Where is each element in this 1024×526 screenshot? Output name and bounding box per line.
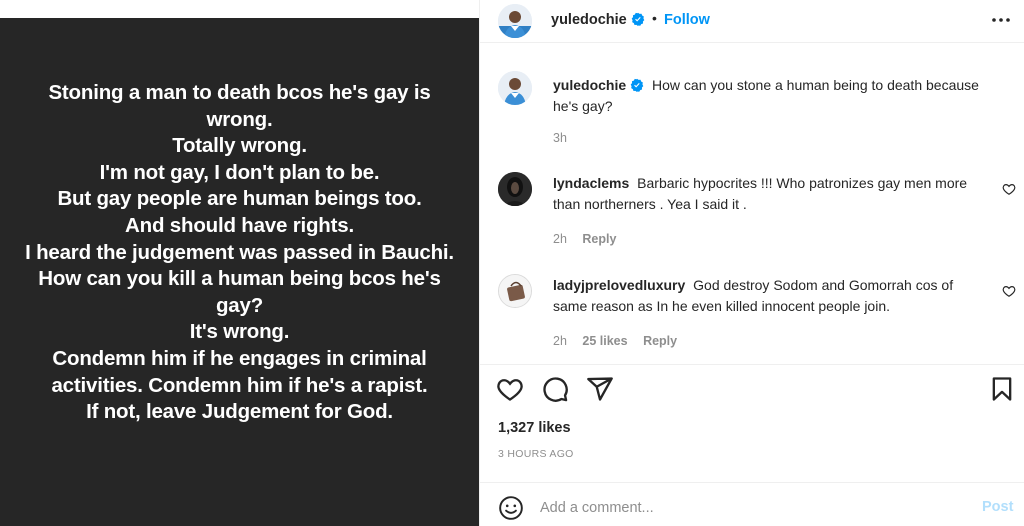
caption-text-block: yuledochie How can you stone a human bei…: [553, 75, 993, 117]
more-horizontal-icon[interactable]: [990, 12, 1012, 28]
emoji-icon[interactable]: [498, 495, 524, 521]
comment-likes-count[interactable]: 25 likes: [582, 334, 627, 348]
follow-button[interactable]: Follow: [664, 12, 710, 28]
post-image-line: It's wrong.: [189, 320, 290, 344]
post-side-panel: yuledochie • Follow yuledochie How can y…: [479, 0, 1024, 526]
comment-time[interactable]: 2h: [553, 232, 567, 246]
post-image-line: And should have rights.: [125, 213, 354, 237]
post-image-line: Stoning a man to death bcos he's gay is: [48, 81, 431, 104]
post-comment-button[interactable]: Post: [982, 499, 1013, 515]
caption-username-text[interactable]: yuledochie: [553, 77, 626, 93]
post-image-line: Condemn him if he engages in criminal: [52, 346, 427, 370]
post-action-bar: [480, 364, 1024, 414]
commenter-username[interactable]: ladyjprelovedluxury: [553, 277, 685, 293]
like-comment-heart-icon[interactable]: [1002, 182, 1016, 196]
likes-count[interactable]: 1,327 likes: [498, 420, 571, 436]
commenter-avatar[interactable]: [498, 172, 532, 206]
caption-avatar[interactable]: [498, 71, 532, 105]
comments-list[interactable]: yuledochie How can you stone a human bei…: [480, 44, 1024, 364]
author-avatar[interactable]: [498, 4, 532, 38]
post-image[interactable]: Stoning a man to death bcos he's gay is …: [0, 0, 479, 526]
bookmark-icon[interactable]: [988, 375, 1016, 403]
comment-reply-button[interactable]: Reply: [582, 232, 616, 246]
commenter-avatar[interactable]: [498, 274, 532, 308]
commenter-username[interactable]: lyndaclems: [553, 175, 629, 191]
comment-input[interactable]: [540, 496, 960, 520]
comment-meta: 2h Reply: [553, 232, 628, 246]
comment-text-block: ladyjprelovedluxury God destroy Sodom an…: [553, 275, 988, 317]
comment-text-block: lyndaclems Barbaric hypocrites !!! Who p…: [553, 173, 983, 215]
comment-meta: 2h 25 likes Reply: [553, 334, 689, 348]
like-comment-heart-icon[interactable]: [1002, 284, 1016, 298]
caption-time[interactable]: 3h: [553, 131, 567, 145]
share-icon[interactable]: [586, 375, 614, 403]
post-image-line: But gay people are human beings too.: [57, 187, 422, 211]
header-separator: •: [652, 10, 657, 26]
post-image-line: activities. Condemn him if he's a rapist…: [51, 373, 428, 397]
post-image-canvas: Stoning a man to death bcos he's gay is …: [0, 18, 479, 526]
verified-badge-icon: [630, 78, 644, 92]
heart-icon[interactable]: [496, 375, 524, 403]
caption-username[interactable]: yuledochie: [553, 77, 644, 93]
add-comment-bar: Post: [480, 482, 1024, 526]
author-username-text[interactable]: yuledochie: [551, 12, 627, 28]
post-image-text: Stoning a man to death bcos he's gay is …: [0, 80, 479, 426]
caption-meta: 3h: [553, 131, 579, 145]
post-image-line: If not, leave Judgement for God.: [86, 400, 393, 424]
post-image-line: Totally wrong.: [172, 134, 307, 158]
post-timestamp[interactable]: 3 HOURS AGO: [498, 448, 574, 460]
post-header: yuledochie • Follow: [480, 0, 1024, 43]
comment-time[interactable]: 2h: [553, 334, 567, 348]
post-image-line: wrong.: [206, 107, 273, 131]
post-image-line: I'm not gay, I don't plan to be.: [99, 160, 380, 184]
author-username[interactable]: yuledochie: [551, 12, 645, 28]
comment-icon[interactable]: [541, 375, 569, 403]
post-image-line: gay?: [215, 293, 264, 317]
post-image-line: I heard the judgement was passed in Bauc…: [25, 240, 454, 264]
post-image-line: How can you kill a human being bcos he's: [38, 267, 441, 291]
verified-badge-icon: [631, 12, 645, 26]
comment-reply-button[interactable]: Reply: [643, 334, 677, 348]
